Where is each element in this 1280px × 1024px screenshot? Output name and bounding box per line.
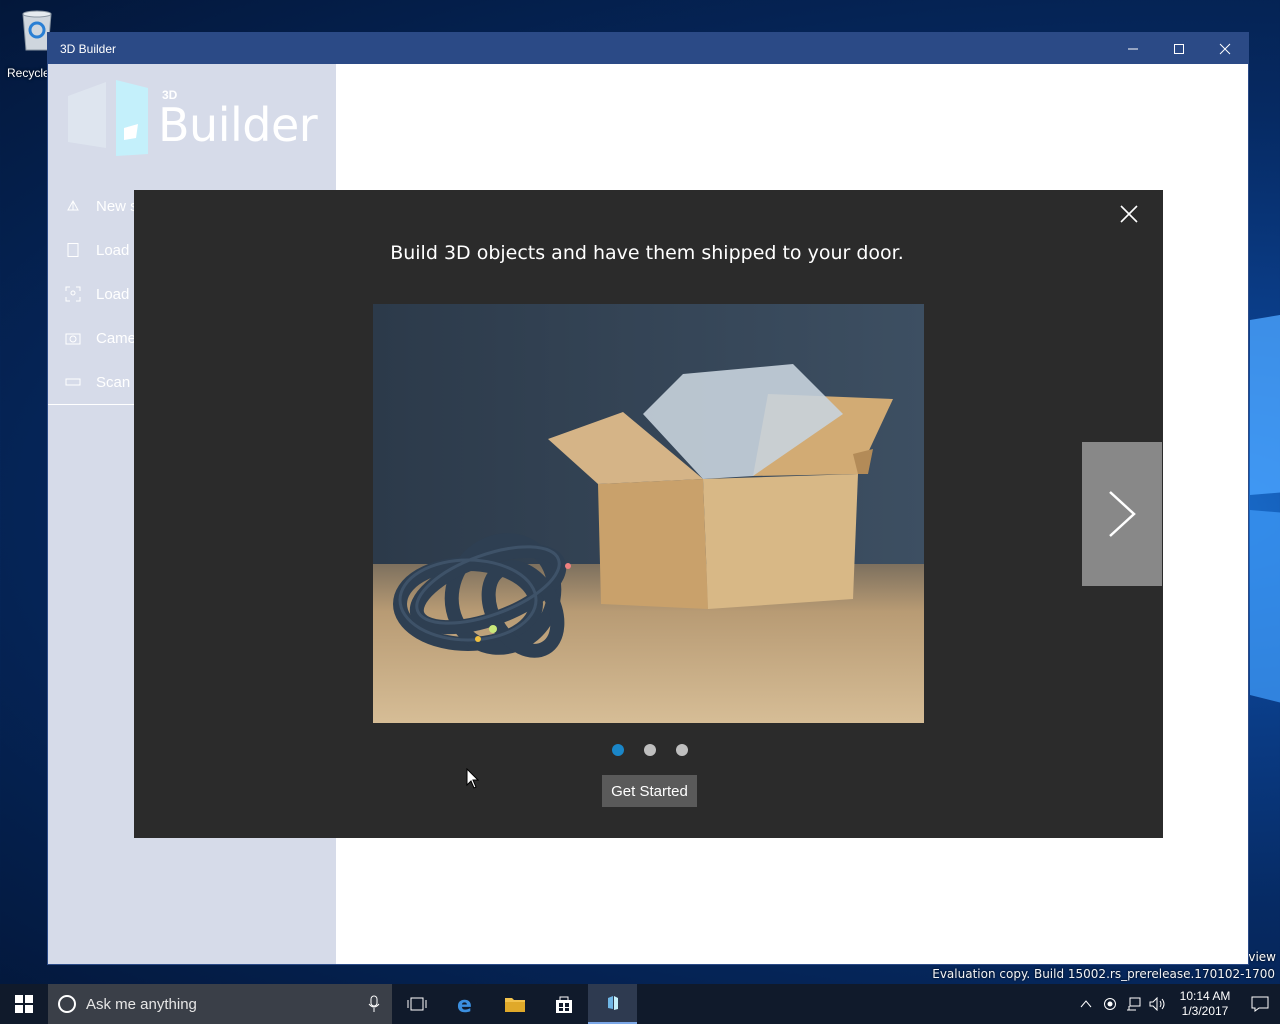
close-icon xyxy=(1219,43,1231,54)
app-logo: 3D Builder xyxy=(66,78,318,163)
load-image-icon xyxy=(64,285,82,303)
maximize-icon xyxy=(1174,43,1184,54)
builder-logo-icon xyxy=(68,80,148,156)
package-and-knot-illustration xyxy=(373,304,924,723)
sidebar-item-label: New s xyxy=(96,197,138,215)
volume-button[interactable] xyxy=(1146,997,1170,1011)
carousel-dot-1[interactable] xyxy=(611,744,624,756)
3d-builder-taskbar-button[interactable] xyxy=(588,984,637,1024)
load-object-icon xyxy=(64,241,82,259)
chevron-right-icon xyxy=(1109,491,1136,537)
clock-time: 10:14 AM xyxy=(1179,989,1231,1003)
minimize-button[interactable] xyxy=(1110,33,1156,64)
close-icon xyxy=(1120,205,1138,223)
maximize-button[interactable] xyxy=(1156,33,1202,64)
network-icon xyxy=(1127,997,1141,1011)
tray-status[interactable] xyxy=(1098,997,1122,1011)
action-center-button[interactable] xyxy=(1240,996,1280,1012)
carousel-indicator xyxy=(134,744,1163,756)
carousel-dot-2[interactable] xyxy=(643,744,656,756)
get-started-button[interactable]: Get Started xyxy=(602,775,697,807)
status-icon xyxy=(1104,998,1116,1010)
dialog-close-button[interactable] xyxy=(1117,202,1141,226)
cortana-search-box[interactable]: Ask me anything xyxy=(48,984,392,1024)
sidebar-item-label: Load xyxy=(96,241,130,259)
dialog-heading: Build 3D objects and have them shipped t… xyxy=(390,242,904,264)
chevron-up-icon xyxy=(1080,1000,1092,1008)
notification-icon xyxy=(1251,996,1269,1012)
close-button[interactable] xyxy=(1202,33,1248,64)
store-button[interactable] xyxy=(539,984,588,1024)
logo-wordmark: Builder xyxy=(158,98,318,152)
sidebar-item-label: Load xyxy=(96,285,130,303)
minimize-icon xyxy=(1128,48,1138,49)
microphone-icon[interactable] xyxy=(368,995,380,1013)
task-view-button[interactable] xyxy=(392,984,441,1024)
camera-icon xyxy=(64,329,82,347)
recycle-bin-label: Recycle xyxy=(7,66,50,80)
edge-browser-icon: e xyxy=(457,993,472,1015)
window-title: 3D Builder xyxy=(60,41,117,56)
clock[interactable]: 10:14 AM 1/3/2017 xyxy=(1170,989,1240,1019)
edge-button[interactable]: e xyxy=(441,984,490,1024)
cortana-icon xyxy=(58,995,76,1013)
welcome-dialog: Build 3D objects and have them shipped t… xyxy=(134,190,1163,838)
scan-icon xyxy=(64,373,82,391)
sidebar-item-label: Came xyxy=(96,329,137,347)
clock-date: 1/3/2017 xyxy=(1181,1004,1229,1018)
taskbar: Ask me anything e 10:14 AM 1/3/2017 xyxy=(0,984,1280,1024)
system-tray: 10:14 AM 1/3/2017 xyxy=(1074,984,1280,1024)
carousel-dot-3[interactable] xyxy=(675,744,688,756)
volume-icon xyxy=(1149,997,1165,1011)
next-slide-button[interactable] xyxy=(1082,442,1162,586)
sidebar-divider xyxy=(48,404,138,405)
windows-logo-icon xyxy=(15,995,33,1013)
store-bag-icon xyxy=(555,996,572,1013)
watermark-build: Evaluation copy. Build 15002.rs_prerelea… xyxy=(932,967,1275,981)
task-view-icon xyxy=(407,997,426,1011)
sidebar-item-label: Scan xyxy=(96,373,131,391)
search-placeholder: Ask me anything xyxy=(86,995,197,1013)
network-button[interactable] xyxy=(1122,997,1146,1011)
show-hidden-icons-button[interactable] xyxy=(1074,999,1098,1009)
file-explorer-button[interactable] xyxy=(490,984,539,1024)
title-bar[interactable]: 3D Builder xyxy=(48,33,1248,64)
svg-text:e: e xyxy=(457,993,472,1015)
new-scene-icon xyxy=(64,197,82,215)
start-button[interactable] xyxy=(0,984,48,1024)
mouse-cursor-icon xyxy=(466,768,480,789)
hero-image xyxy=(373,304,924,723)
folder-icon xyxy=(504,998,525,1012)
3d-builder-icon xyxy=(607,996,618,1010)
